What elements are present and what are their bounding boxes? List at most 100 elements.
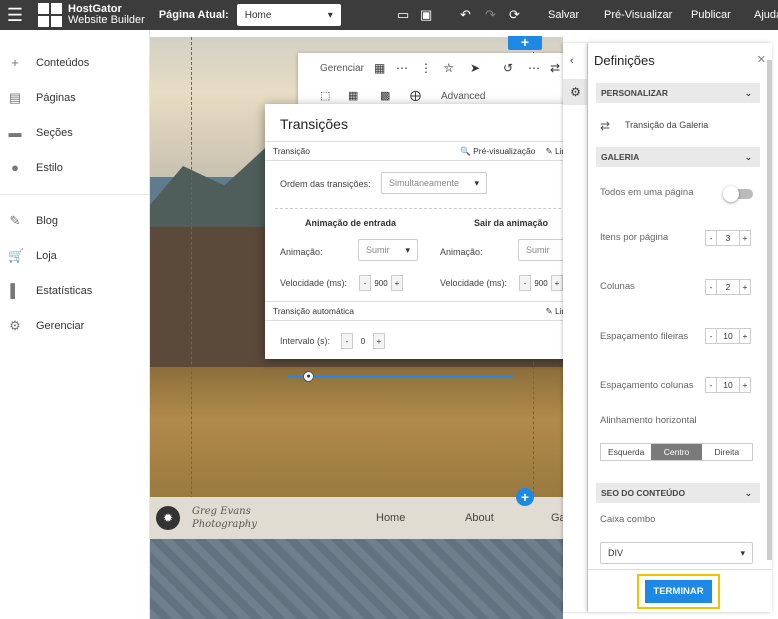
pages-icon: ▤	[8, 89, 22, 105]
rocket-icon[interactable]: ➤	[470, 61, 480, 75]
order-select[interactable]: Simultaneamente ▾	[381, 172, 487, 194]
plus-icon[interactable]: +	[373, 333, 385, 349]
add-section-top-icon[interactable]: +	[508, 35, 542, 50]
history-icon[interactable]: ⟳	[509, 0, 520, 30]
exit-speed-stepper[interactable]: -900 +	[519, 275, 563, 291]
dots-icon[interactable]: ⋯	[528, 61, 540, 75]
manage-button[interactable]: Gerenciar	[320, 63, 364, 74]
plus-icon[interactable]: +	[739, 279, 751, 295]
sidebar-item-label: Loja	[36, 249, 57, 262]
minus-icon[interactable]: -	[705, 279, 717, 295]
gallery-header[interactable]: GALERIA ⌄	[596, 147, 760, 167]
finish-button[interactable]: TERMINAR	[645, 580, 712, 603]
sidebar-item-blog[interactable]: ✎ Blog	[0, 203, 149, 238]
image-icon[interactable]: ▦	[348, 89, 358, 102]
enter-animation-label: Animação:	[280, 247, 323, 257]
exit-animation-label: Animação:	[440, 247, 483, 257]
align-right-button[interactable]: Direita	[702, 444, 752, 460]
nav-about[interactable]: About	[465, 512, 494, 524]
sidebar-item-store[interactable]: 🛒 Loja	[0, 238, 149, 273]
seo-header[interactable]: SEO DO CONTEÚDO ⌄	[596, 483, 760, 503]
minus-icon[interactable]: -	[519, 275, 531, 291]
section-title: Transição	[273, 146, 311, 156]
sidebar-item-pages[interactable]: ▤ Páginas	[0, 80, 149, 115]
menu-icon[interactable]: ☰	[0, 0, 30, 30]
add-section-icon[interactable]: +	[516, 488, 534, 506]
undo-icon[interactable]: ↶	[460, 0, 471, 30]
sections-icon: ▬	[8, 125, 22, 140]
sidebar-item-stats[interactable]: ▌ Estatísticas	[0, 273, 149, 308]
items-per-page-stepper[interactable]: -3 +	[705, 230, 751, 246]
sidebar-item-contents[interactable]: + Conteúdos	[0, 45, 149, 80]
panel-scrollbar[interactable]	[767, 60, 772, 560]
brand-subtitle: Website Builder	[68, 14, 145, 26]
minus-icon[interactable]: -	[359, 275, 371, 291]
frame-icon[interactable]: ⬚	[320, 89, 330, 102]
page-select[interactable]: Home ▾	[236, 4, 341, 26]
crosshair-icon[interactable]: ⨁	[410, 89, 421, 102]
interval-stepper[interactable]: -0 +	[341, 333, 385, 349]
rotate-handle-icon[interactable]: ●	[303, 371, 314, 382]
logo-line-2: Photography	[192, 519, 257, 530]
minus-icon[interactable]: -	[705, 328, 717, 344]
sidebar-item-style[interactable]: ● Estilo	[0, 150, 149, 185]
finish-button-highlight: TERMINAR	[637, 574, 720, 609]
save-button[interactable]: Salvar	[548, 0, 579, 30]
sidebar-item-label: Seções	[36, 126, 73, 139]
plus-icon[interactable]: +	[739, 377, 751, 393]
header-label: GALERIA	[601, 152, 640, 162]
more-vertical-icon[interactable]: ⋮	[420, 61, 432, 75]
chevron-left-icon[interactable]: ‹	[570, 55, 574, 67]
align-left-button[interactable]: Esquerda	[601, 444, 651, 460]
sidebar-item-label: Blog	[36, 214, 59, 227]
preview-button[interactable]: Pré-Visualizar	[604, 0, 672, 30]
divider	[275, 208, 581, 209]
media-icon[interactable]: ▩	[380, 89, 390, 102]
nav-gallery[interactable]: Ga	[551, 512, 563, 524]
align-center-button[interactable]: Centro	[651, 444, 702, 460]
plus-icon[interactable]: +	[739, 230, 751, 246]
all-one-page-toggle[interactable]	[723, 186, 753, 202]
close-icon[interactable]: ✕	[757, 53, 766, 66]
minus-icon[interactable]: -	[705, 230, 717, 246]
minus-icon[interactable]: -	[341, 333, 353, 349]
personalize-header[interactable]: PERSONALIZAR ⌄	[596, 83, 760, 103]
minus-icon[interactable]: -	[705, 377, 717, 393]
link-icon[interactable]: ↺	[503, 61, 513, 75]
desktop-icon[interactable]: ▭	[397, 0, 409, 30]
plus-icon[interactable]: +	[391, 275, 403, 291]
publish-button[interactable]: Publicar	[691, 0, 731, 30]
transitions-dialog: Transições ✕ Transição 🔍 Pré-visualizaçã…	[265, 104, 593, 359]
order-label: Ordem das transições:	[280, 179, 371, 189]
redo-icon[interactable]: ↷	[485, 0, 496, 30]
chevron-down-icon: ⌄	[744, 87, 752, 98]
col-spacing-stepper[interactable]: -10 +	[705, 377, 751, 393]
combo-select[interactable]: DIV ▾	[600, 542, 753, 564]
stats-icon: ▌	[10, 283, 20, 298]
enter-speed-label: Velocidade (ms):	[280, 278, 348, 288]
enter-speed-stepper[interactable]: -900 +	[359, 275, 403, 291]
auto-transition-section: Transição automática ✎ Limpar	[265, 301, 593, 321]
preview-button[interactable]: 🔍 Pré-visualização	[460, 146, 535, 157]
sidebar-item-sections[interactable]: ▬ Seções	[0, 115, 149, 150]
panel-tabs: ‹ ⚙	[563, 43, 588, 612]
help-button[interactable]: Ajuda	[754, 0, 778, 30]
advanced-button[interactable]: Advanced	[441, 91, 485, 102]
enter-animation-select[interactable]: Sumir ▾	[358, 239, 418, 261]
sidebar-item-manage[interactable]: ⚙ Gerenciar	[0, 308, 149, 343]
row-spacing-stepper[interactable]: -10 +	[705, 328, 751, 344]
gear-icon[interactable]: ⚙	[563, 79, 588, 105]
empty-section	[150, 539, 563, 619]
gallery-transition-link[interactable]: Transição da Galeria	[625, 120, 708, 130]
plus-icon[interactable]: +	[739, 328, 751, 344]
plus-icon[interactable]: +	[551, 275, 563, 291]
more-horizontal-icon[interactable]: ⋯	[396, 61, 408, 75]
grid-icon[interactable]: ▦	[374, 61, 385, 75]
mobile-icon[interactable]: ▣	[420, 0, 432, 30]
columns-stepper[interactable]: -2 +	[705, 279, 751, 295]
all-one-page-label: Todos em uma página	[600, 187, 694, 198]
arrows-icon[interactable]: ⇄	[550, 61, 560, 75]
columns-label: Colunas	[600, 281, 635, 292]
nav-home[interactable]: Home	[376, 512, 405, 524]
paint-bucket-icon[interactable]: ⛦	[444, 61, 454, 76]
